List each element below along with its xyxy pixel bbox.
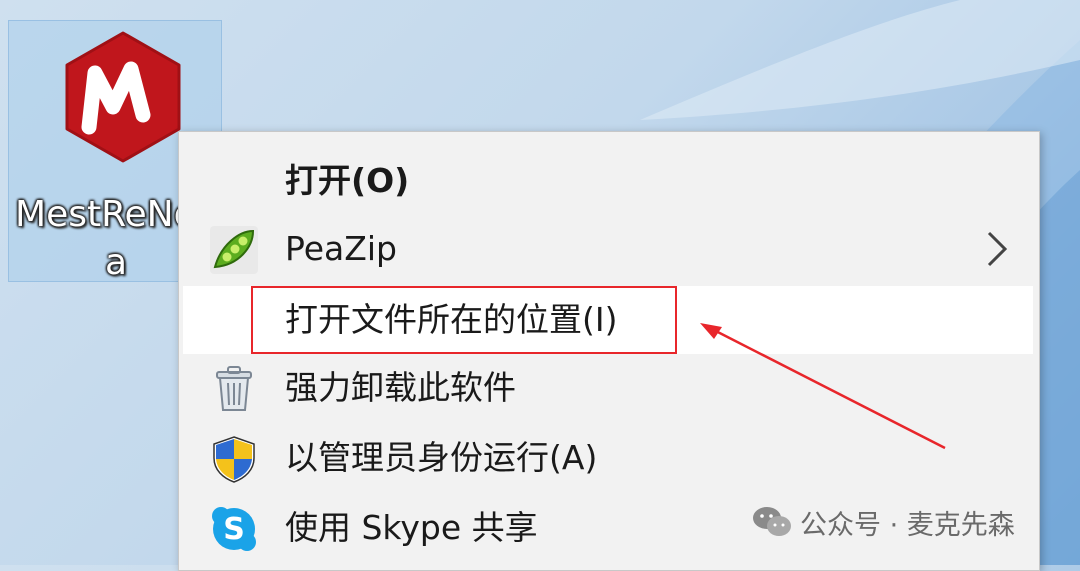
menu-item-label: PeaZip	[285, 229, 397, 268]
menu-item-label: 以管理员身份运行(A)	[285, 438, 598, 477]
wechat-icon	[753, 507, 791, 536]
menu-item-run-as-admin[interactable]: 以管理员身份运行(A)	[183, 424, 1033, 492]
skype-icon: S	[212, 507, 256, 551]
annotation-highlight-box	[251, 286, 677, 354]
mestrenova-logo-icon	[65, 31, 181, 163]
menu-item-label: 使用 Skype 共享	[285, 508, 538, 547]
menu-item-peazip[interactable]: PeaZip	[183, 215, 1033, 283]
chevron-right-icon	[987, 231, 1008, 267]
trash-icon	[216, 366, 252, 411]
menu-item-force-uninstall[interactable]: 强力卸载此软件	[183, 354, 1033, 422]
watermark-text: 公众号 · 麦克先森	[800, 509, 1015, 541]
watermark: 公众号 · 麦克先森	[752, 500, 1015, 544]
uac-shield-icon	[213, 436, 255, 483]
svg-text:S: S	[223, 512, 245, 547]
menu-item-label: 强力卸载此软件	[285, 368, 516, 407]
peazip-icon	[210, 226, 258, 274]
menu-item-open[interactable]: 打开(O)	[183, 147, 1033, 215]
menu-item-label: 打开(O)	[285, 161, 410, 200]
